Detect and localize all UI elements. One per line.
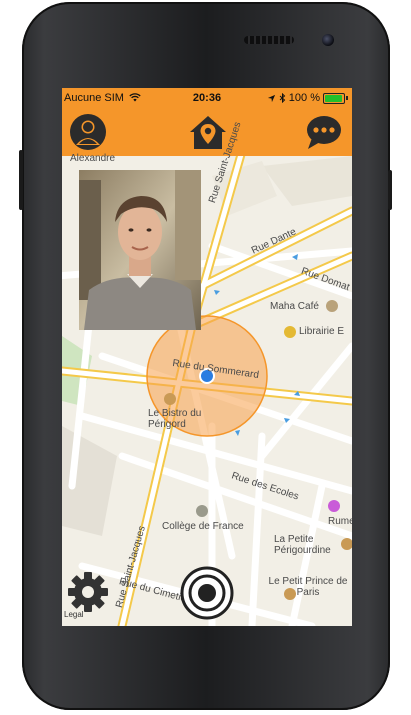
map-label: Librairie E	[299, 326, 345, 337]
earpiece-speaker	[244, 36, 294, 44]
target-icon[interactable]	[180, 566, 234, 620]
map-label: La Petite Périgourdine	[274, 534, 331, 556]
video-thumbnail[interactable]	[79, 170, 201, 330]
person-photo	[79, 170, 201, 330]
status-right: 100 %	[267, 92, 348, 104]
map-label: Le Bistro du Périgord	[148, 408, 202, 430]
volume-button	[19, 150, 23, 210]
map-label: Maha Café	[270, 301, 319, 312]
front-camera	[322, 34, 334, 46]
status-bar: Aucune SIM 20:36 100 %	[62, 88, 352, 108]
battery-percent: 100 %	[288, 92, 320, 104]
person-icon[interactable]	[68, 112, 108, 152]
battery-icon	[323, 92, 345, 104]
map-label: Rumeur	[328, 516, 352, 527]
chat-bubble-icon[interactable]	[304, 112, 344, 152]
app-screen: Aucune SIM 20:36 100 % Alexandre Rue Sai…	[62, 88, 352, 626]
map-label: Collège de France	[162, 521, 244, 532]
map-label: Alexandre	[70, 153, 116, 164]
map-label: Le Petit Prince de Paris	[268, 576, 348, 598]
android-nav-bar	[62, 625, 352, 639]
top-toolbar	[62, 108, 352, 156]
power-button	[388, 170, 392, 210]
legal-link[interactable]: Legal	[64, 610, 84, 619]
home-pin-icon[interactable]	[186, 112, 230, 152]
location-arrow-icon	[267, 94, 275, 102]
battery-tip	[346, 96, 348, 100]
bluetooth-icon	[279, 93, 286, 103]
